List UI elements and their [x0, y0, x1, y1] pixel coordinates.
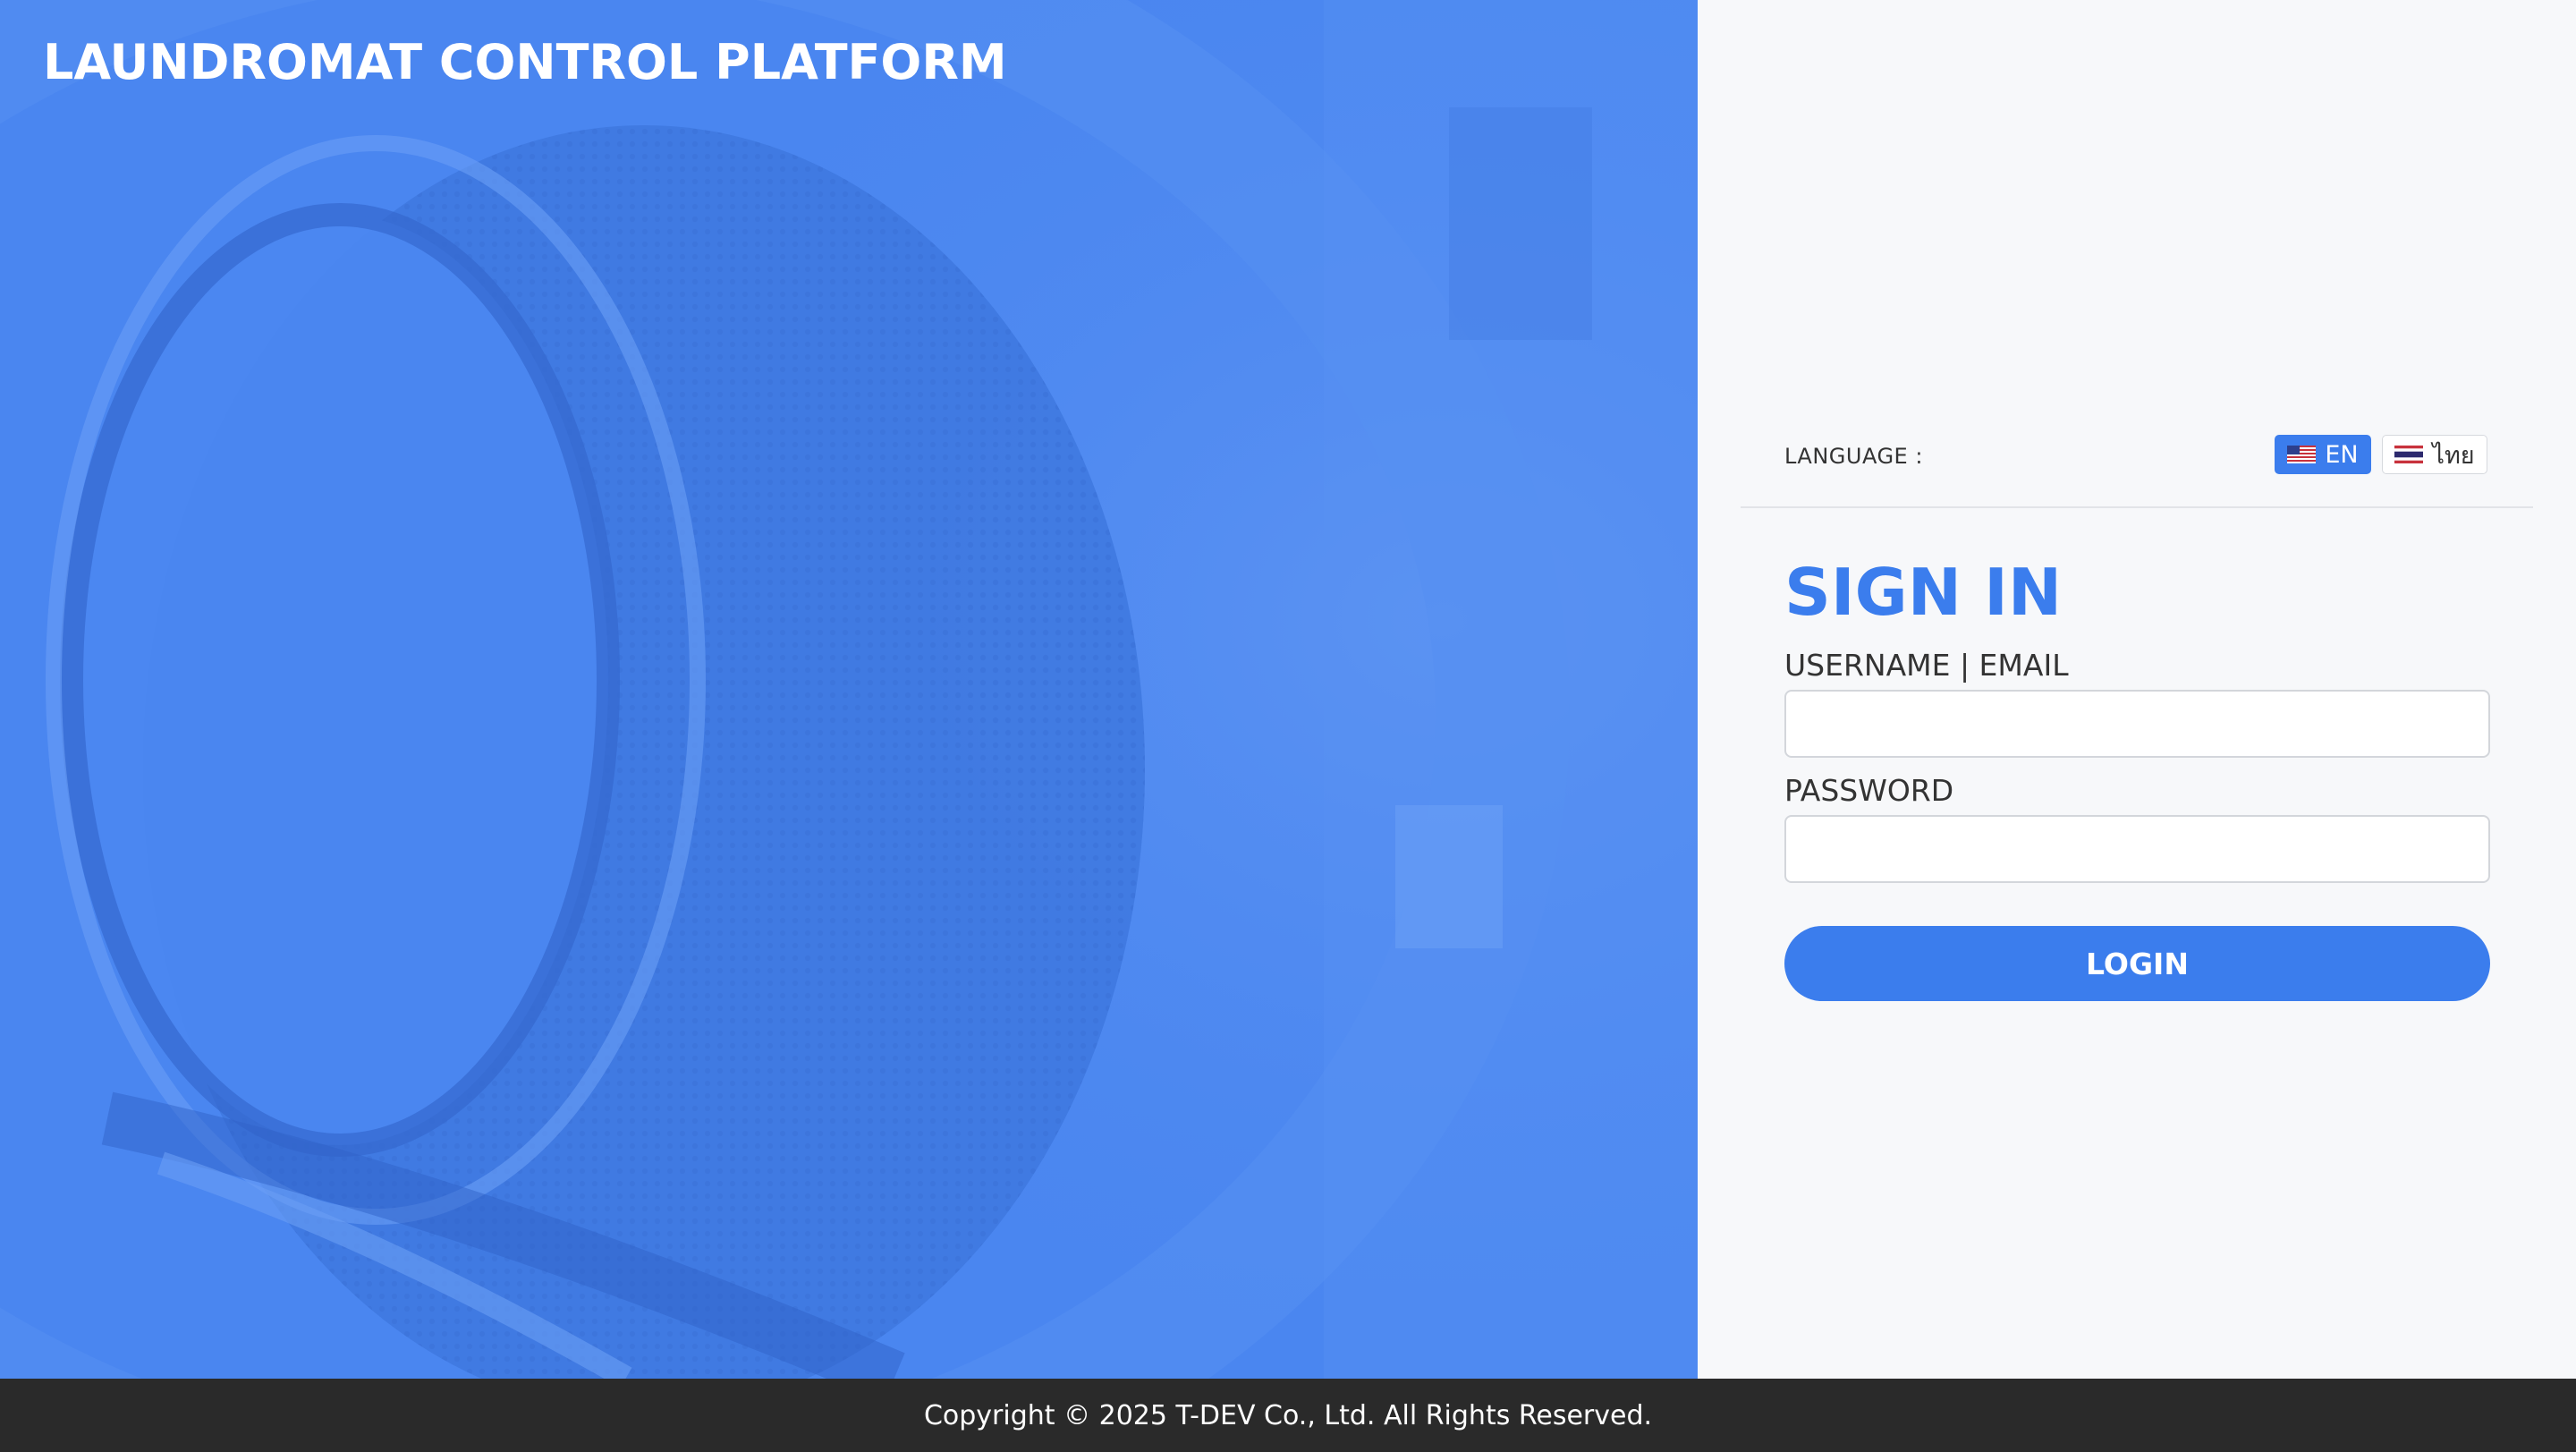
- thai-flag-icon: [2394, 446, 2424, 463]
- us-flag-icon: [2287, 446, 2317, 463]
- copyright-text: Copyright © 2025 T-DEV Co., Ltd. All Rig…: [923, 1399, 1653, 1431]
- login-panel: LANGUAGE : EN ไทย SIGN IN USERNAME | EMA…: [1698, 0, 2576, 1379]
- language-label: LANGUAGE :: [1784, 444, 1923, 469]
- language-en-label: EN: [2325, 440, 2359, 469]
- brand-title: LAUNDROMAT CONTROL PLATFORM: [43, 34, 1007, 90]
- username-label: USERNAME | EMAIL: [1784, 648, 2069, 683]
- username-input[interactable]: [1784, 690, 2490, 758]
- language-en-button[interactable]: EN: [2275, 435, 2371, 474]
- footer: Copyright © 2025 T-DEV Co., Ltd. All Rig…: [0, 1379, 2576, 1452]
- signin-title: SIGN IN: [1784, 555, 2063, 630]
- login-page: LAUNDROMAT CONTROL PLATFORM LANGUAGE : E…: [0, 0, 2576, 1452]
- password-label: PASSWORD: [1784, 773, 1954, 808]
- divider: [1741, 506, 2533, 508]
- language-th-label: ไทย: [2432, 441, 2475, 470]
- password-input[interactable]: [1784, 815, 2490, 883]
- washing-machine-drum-image: [0, 0, 1698, 1379]
- hero-panel: LAUNDROMAT CONTROL PLATFORM: [0, 0, 1698, 1379]
- login-button[interactable]: LOGIN: [1784, 926, 2490, 1001]
- language-th-button[interactable]: ไทย: [2382, 435, 2487, 474]
- language-selector: LANGUAGE : EN ไทย: [1784, 435, 2487, 478]
